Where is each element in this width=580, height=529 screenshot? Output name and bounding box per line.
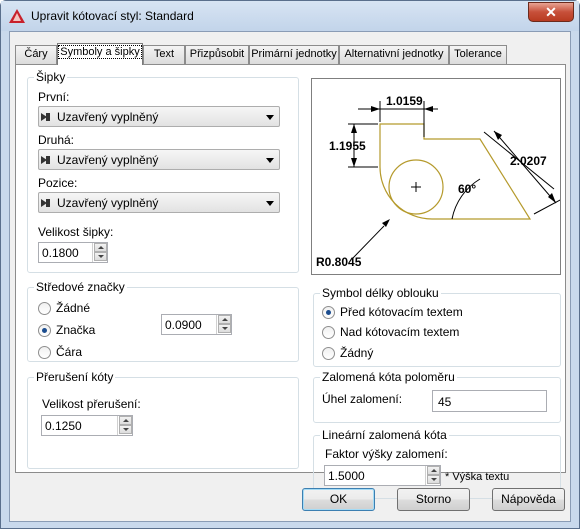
arrow-size-spinner[interactable]: 0.1800: [38, 242, 108, 263]
preview-pane: 1.0159 1.1955 2.0207 60° R0.8045: [311, 78, 563, 275]
arrow-size-label: Velikost šipky:: [38, 225, 114, 239]
spinner-buttons: [117, 416, 132, 435]
spin-down-button[interactable]: [94, 252, 107, 261]
jog-height-factor-label: Faktor výšky zalomení:: [325, 447, 448, 461]
tab-text[interactable]: Text: [143, 45, 185, 64]
close-button[interactable]: ✕: [528, 2, 574, 22]
cancel-button[interactable]: Storno: [397, 488, 470, 511]
spin-down-button[interactable]: [119, 425, 132, 434]
arrowhead-stem-icon: [46, 113, 50, 121]
chevron-down-icon: [266, 201, 274, 206]
spinner-buttons: [92, 243, 107, 262]
leader-arrow-select[interactable]: Uzavřený vyplněný: [38, 192, 280, 213]
dialog-client: Čáry Symboly a šipky Text Přizpůsobit Pr…: [9, 31, 571, 522]
preview-right-dimension: 2.0207: [510, 154, 547, 168]
dimension-preview-drawing: 1.0159 1.1955 2.0207 60° R0.8045: [316, 94, 563, 269]
tab-primary-units[interactable]: Primární jednotky: [249, 45, 339, 64]
center-none-radio[interactable]: [38, 302, 51, 315]
jog-height-factor-spinner[interactable]: 1.5000: [324, 465, 441, 486]
spin-down-button[interactable]: [218, 324, 231, 333]
first-arrow-value: Uzavřený vyplněný: [57, 110, 159, 124]
linear-jog-title: Lineární zalomená kóta: [320, 428, 449, 442]
tab-symbols-arrows[interactable]: Symboly a šipky: [57, 43, 143, 65]
jog-angle-label: Úhel zalomení:: [322, 392, 403, 406]
spin-down-button[interactable]: [427, 475, 440, 484]
title-bar: Upravit kótovací styl: Standard ✕: [1, 1, 579, 31]
arrowheads-title: Šipky: [34, 70, 68, 84]
arc-length-symbol-title: Symbol délky oblouku: [320, 286, 441, 300]
tab-alternate-units[interactable]: Alternativní jednotky: [339, 45, 449, 64]
arrowhead-stem-icon: [46, 199, 50, 207]
jog-angle-input[interactable]: 45: [432, 390, 547, 412]
jogged-radius-title: Zalomená kóta poloměru: [320, 370, 457, 384]
tab-panel: Šipky První: Uzavřený vyplněný Druhá: Uz…: [15, 64, 566, 499]
second-arrow-select[interactable]: Uzavřený vyplněný: [38, 149, 280, 170]
arc-above-text-radio[interactable]: [322, 326, 335, 339]
center-none-label: Žádné: [56, 301, 91, 315]
second-arrow-label: Druhá:: [38, 133, 75, 147]
first-arrow-label: První:: [38, 90, 70, 104]
spin-up-button[interactable]: [94, 243, 107, 252]
leader-arrow-label: Pozice:: [38, 176, 78, 190]
center-mark-size-spinner[interactable]: 0.0900: [161, 314, 232, 335]
chevron-down-icon: [266, 115, 274, 120]
chevron-down-icon: [266, 158, 274, 163]
preview-radius: R0.8045: [316, 255, 362, 269]
spinner-buttons: [425, 466, 440, 485]
spin-up-button[interactable]: [119, 416, 132, 425]
preview-left-dimension: 1.1955: [329, 139, 366, 153]
autocad-app-icon: [9, 9, 25, 23]
arrow-size-value: 0.1800: [42, 246, 79, 260]
arc-none-radio[interactable]: [322, 347, 335, 360]
jog-height-factor-value: 1.5000: [328, 469, 365, 483]
spin-up-button[interactable]: [218, 315, 231, 324]
center-line-radio[interactable]: [38, 346, 51, 359]
first-arrow-select[interactable]: Uzavřený vyplněný: [38, 106, 280, 127]
center-mark-radio[interactable]: [38, 324, 51, 337]
window-title: Upravit kótovací styl: Standard: [31, 9, 194, 23]
center-mark-label: Značka: [56, 323, 96, 337]
ok-button[interactable]: OK: [302, 488, 375, 511]
arc-before-text-label: Před kótovacím textem: [340, 305, 463, 319]
center-line-label: Čára: [56, 345, 83, 359]
center-mark-size-value: 0.0900: [165, 318, 202, 332]
preview-angle: 60°: [458, 182, 476, 196]
tab-fit[interactable]: Přizpůsobit: [185, 45, 249, 64]
spin-up-button[interactable]: [427, 466, 440, 475]
spinner-buttons: [216, 315, 231, 334]
leader-arrow-value: Uzavřený vyplněný: [57, 196, 159, 210]
arc-above-text-label: Nad kótovacím textem: [340, 325, 460, 339]
second-arrow-value: Uzavřený vyplněný: [57, 153, 159, 167]
preview-top-dimension: 1.0159: [386, 94, 423, 108]
help-button[interactable]: Nápověda: [492, 488, 565, 511]
break-size-value: 0.1250: [45, 419, 82, 433]
center-marks-title: Středové značky: [34, 280, 127, 294]
dialog-window: Upravit kótovací styl: Standard ✕ Čáry S…: [0, 0, 580, 529]
dimension-break-title: Přerušení kóty: [34, 370, 116, 384]
tab-lines[interactable]: Čáry: [15, 45, 57, 64]
jog-angle-value: 45: [438, 395, 452, 409]
arrowhead-stem-icon: [46, 156, 50, 164]
arc-none-label: Žádný: [340, 346, 374, 360]
tab-tolerance[interactable]: Tolerance: [449, 45, 507, 64]
break-size-spinner[interactable]: 0.1250: [41, 415, 133, 436]
break-size-label: Velikost přerušení:: [42, 397, 141, 411]
arc-before-text-radio[interactable]: [322, 306, 335, 319]
jog-height-suffix: * Výška textu: [445, 471, 510, 483]
